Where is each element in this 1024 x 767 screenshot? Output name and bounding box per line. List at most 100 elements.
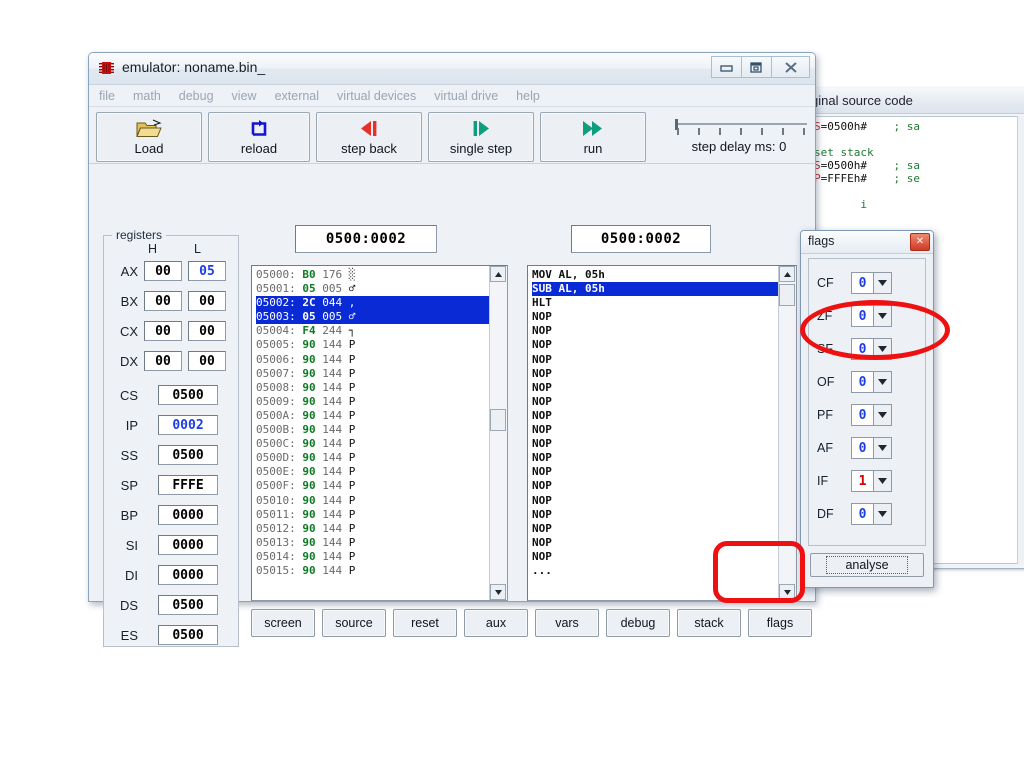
register-field-bp[interactable]: 0000 bbox=[158, 505, 218, 525]
flags-dialog-titlebar[interactable]: flags ✕ bbox=[801, 231, 933, 254]
disassembly-row[interactable]: NOP bbox=[532, 381, 779, 395]
chevron-down-icon[interactable] bbox=[873, 338, 892, 360]
memory-panel[interactable]: 05000: B0 176 ░ 05001: 05 005 ♂ 05002: 2C … bbox=[251, 265, 508, 601]
disassembly-list[interactable]: MOV AL, 05h SUB AL, 05h HLT NOP NOP NOP NOP NOP… bbox=[528, 266, 779, 600]
menu-item-external[interactable]: external bbox=[275, 89, 319, 103]
reload-button[interactable]: reload bbox=[208, 111, 310, 162]
run-button[interactable]: run bbox=[540, 111, 646, 162]
disassembly-row[interactable]: SUB AL, 05h bbox=[532, 282, 779, 297]
disassembly-row[interactable]: ... bbox=[532, 564, 779, 578]
flag-select-sf[interactable]: 0 bbox=[851, 338, 892, 360]
disassembly-row[interactable]: NOP bbox=[532, 522, 779, 536]
chevron-down-icon[interactable] bbox=[873, 503, 892, 525]
disassembly-row[interactable]: HLT bbox=[532, 296, 779, 310]
memory-row[interactable]: 0500B: 90 144 P bbox=[256, 423, 490, 437]
register-field-cx-l[interactable]: 00 bbox=[188, 321, 226, 341]
memory-row[interactable]: 05012: 90 144 P bbox=[256, 522, 490, 536]
disassembly-scrollbar[interactable] bbox=[778, 266, 796, 600]
memory-row[interactable]: 05004: F4 244 ┐ bbox=[256, 324, 490, 338]
register-field-sp[interactable]: FFFE bbox=[158, 475, 218, 495]
chevron-down-icon[interactable] bbox=[873, 404, 892, 426]
disassembly-row[interactable]: NOP bbox=[532, 508, 779, 522]
disassembly-row[interactable]: NOP bbox=[532, 367, 779, 381]
disassembly-scroll-thumb[interactable] bbox=[779, 284, 795, 306]
disassembly-row[interactable]: NOP bbox=[532, 310, 779, 324]
toolbar[interactable]: Load reload step back single step run st… bbox=[89, 107, 815, 164]
scroll-up-icon[interactable] bbox=[490, 266, 506, 282]
register-field-di[interactable]: 0000 bbox=[158, 565, 218, 585]
register-field-dx-l[interactable]: 00 bbox=[188, 351, 226, 371]
disassembly-panel[interactable]: MOV AL, 05h SUB AL, 05h HLT NOP NOP NOP NOP NOP… bbox=[527, 265, 797, 601]
close-icon[interactable] bbox=[771, 56, 810, 78]
disassembly-row[interactable]: NOP bbox=[532, 353, 779, 367]
memory-row[interactable]: 05010: 90 144 P bbox=[256, 494, 490, 508]
disassembly-row[interactable]: NOP bbox=[532, 494, 779, 508]
chevron-down-icon[interactable] bbox=[873, 272, 892, 294]
memory-row[interactable]: 0500D: 90 144 P bbox=[256, 451, 490, 465]
load-button[interactable]: Load bbox=[96, 111, 202, 162]
single-step-button[interactable]: single step bbox=[428, 111, 534, 162]
memory-scroll-thumb[interactable] bbox=[490, 409, 506, 431]
memory-row[interactable]: 05000: B0 176 ░ bbox=[256, 268, 490, 282]
menu-item-virtual-devices[interactable]: virtual devices bbox=[337, 89, 416, 103]
memory-row[interactable]: 05002: 2C 044 , bbox=[256, 296, 490, 311]
step-delay-slider[interactable] bbox=[671, 119, 807, 135]
disassembly-row[interactable]: NOP bbox=[532, 423, 779, 437]
menu-item-view[interactable]: view bbox=[232, 89, 257, 103]
flag-value-of[interactable]: 0 bbox=[851, 371, 873, 393]
register-field-bx-h[interactable]: 00 bbox=[144, 291, 182, 311]
chevron-down-icon[interactable] bbox=[873, 470, 892, 492]
flag-select-pf[interactable]: 0 bbox=[851, 404, 892, 426]
disassembly-row[interactable]: NOP bbox=[532, 465, 779, 479]
flag-value-sf[interactable]: 0 bbox=[851, 338, 873, 360]
register-field-ax-l[interactable]: 05 bbox=[188, 261, 226, 281]
memory-row[interactable]: 05015: 90 144 P bbox=[256, 564, 490, 578]
memory-row[interactable]: 05011: 90 144 P bbox=[256, 508, 490, 522]
register-field-ax-h[interactable]: 00 bbox=[144, 261, 182, 281]
restore-icon[interactable] bbox=[741, 56, 771, 78]
flag-select-cf[interactable]: 0 bbox=[851, 272, 892, 294]
disassembly-row[interactable]: NOP bbox=[532, 451, 779, 465]
menu-item-math[interactable]: math bbox=[133, 89, 161, 103]
register-field-cx-h[interactable]: 00 bbox=[144, 321, 182, 341]
memory-row[interactable]: 05003: 05 005 ♂ bbox=[256, 310, 490, 325]
register-field-cs[interactable]: 0500 bbox=[158, 385, 218, 405]
disassembly-row[interactable]: NOP bbox=[532, 536, 779, 550]
disassembly-row[interactable]: NOP bbox=[532, 395, 779, 409]
flag-select-df[interactable]: 0 bbox=[851, 503, 892, 525]
minimize-icon[interactable] bbox=[711, 56, 741, 78]
flag-value-if[interactable]: 1 bbox=[851, 470, 873, 492]
scroll-down-icon[interactable] bbox=[490, 584, 506, 600]
step-delay-control[interactable]: step delay ms: 0 bbox=[664, 119, 814, 154]
memory-row[interactable]: 05005: 90 144 P bbox=[256, 338, 490, 352]
menu-item-debug[interactable]: debug bbox=[179, 89, 214, 103]
chevron-down-icon[interactable] bbox=[873, 305, 892, 327]
memory-row[interactable]: 05008: 90 144 P bbox=[256, 381, 490, 395]
emulator-window[interactable]: emulator: noname.bin_ file math debug vi… bbox=[88, 52, 816, 647]
scroll-down-icon[interactable] bbox=[779, 584, 795, 600]
memory-row[interactable]: 05007: 90 144 P bbox=[256, 367, 490, 381]
menu-item-help[interactable]: help bbox=[516, 89, 540, 103]
flag-select-af[interactable]: 0 bbox=[851, 437, 892, 459]
chevron-down-icon[interactable] bbox=[873, 437, 892, 459]
analyse-button[interactable]: analyse bbox=[810, 553, 924, 577]
disassembly-address-box[interactable]: 0500:0002 bbox=[571, 225, 711, 253]
menu-bar[interactable]: file math debug view external virtual devices… bbox=[89, 85, 815, 107]
register-field-es[interactable]: 0500 bbox=[158, 625, 218, 645]
disassembly-row[interactable]: NOP bbox=[532, 338, 779, 352]
memory-scrollbar[interactable] bbox=[489, 266, 507, 600]
scroll-up-icon[interactable] bbox=[779, 266, 795, 282]
disassembly-row[interactable]: MOV AL, 05h bbox=[532, 268, 779, 282]
memory-list[interactable]: 05000: B0 176 ░ 05001: 05 005 ♂ 05002: 2C … bbox=[252, 266, 490, 600]
disassembly-row[interactable]: NOP bbox=[532, 479, 779, 493]
menu-item-file[interactable]: file bbox=[99, 89, 115, 103]
close-icon[interactable]: ✕ bbox=[910, 233, 930, 251]
memory-row[interactable]: 0500A: 90 144 P bbox=[256, 409, 490, 423]
flag-value-df[interactable]: 0 bbox=[851, 503, 873, 525]
source-window-scrollbar[interactable] bbox=[1017, 116, 1024, 564]
menu-item-virtual-drive[interactable]: virtual drive bbox=[434, 89, 498, 103]
flag-select-if[interactable]: 1 bbox=[851, 470, 892, 492]
register-field-dx-h[interactable]: 00 bbox=[144, 351, 182, 371]
memory-row[interactable]: 0500F: 90 144 P bbox=[256, 479, 490, 493]
flag-value-af[interactable]: 0 bbox=[851, 437, 873, 459]
